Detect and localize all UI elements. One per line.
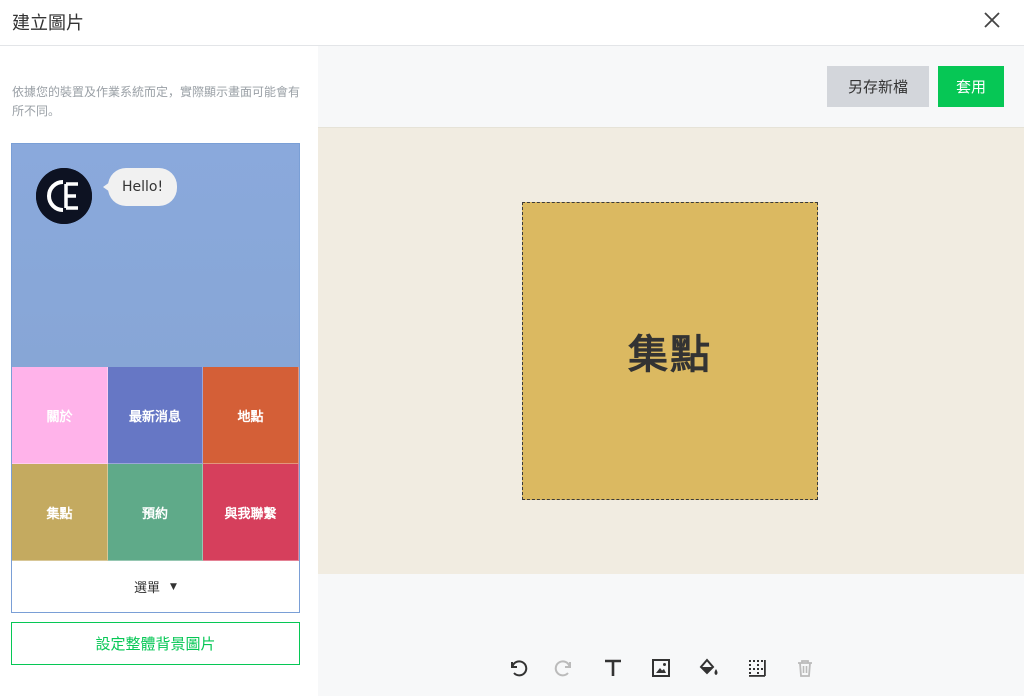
- rich-menu-cell-news[interactable]: 最新消息: [108, 367, 203, 464]
- selected-tile[interactable]: 集點: [522, 202, 818, 500]
- fill-color-icon[interactable]: [685, 648, 733, 688]
- editor-topbar: 另存新檔 套用: [318, 46, 1024, 128]
- set-background-button[interactable]: 設定整體背景圖片: [11, 622, 300, 665]
- editor-panel: 另存新檔 套用 集點: [318, 46, 1024, 696]
- rich-menu-grid: 關於 最新消息 地點 集點 預約 與我聯繫: [12, 367, 299, 561]
- rich-menu-cell-contact[interactable]: 與我聯繫: [203, 464, 299, 561]
- apply-button[interactable]: 套用: [938, 66, 1004, 107]
- menu-label: 選單: [134, 581, 161, 596]
- phone-preview: Hello! 關於 最新消息 地點 集點 預約 與我聯繫 選單 ▼: [11, 143, 300, 613]
- menu-bar[interactable]: 選單 ▼: [12, 561, 299, 612]
- rich-menu-cell-booking[interactable]: 預約: [108, 464, 203, 561]
- close-icon[interactable]: [980, 8, 1004, 32]
- undo-icon[interactable]: [493, 648, 541, 688]
- rich-menu-cell-about[interactable]: 關於: [12, 367, 108, 464]
- image-icon[interactable]: [637, 648, 685, 688]
- editor-toolbar: [493, 648, 843, 688]
- caret-down-icon: ▼: [170, 581, 177, 592]
- border-icon[interactable]: [733, 648, 781, 688]
- redo-icon[interactable]: [541, 648, 589, 688]
- rich-menu-cell-points[interactable]: 集點: [12, 464, 108, 561]
- chat-bubble: Hello!: [102, 168, 178, 206]
- preview-panel: 依據您的裝置及作業系統而定，實際顯示畫面可能會有所不同。 Hello! 關於 最…: [0, 46, 318, 696]
- tile-text[interactable]: 集點: [628, 322, 712, 380]
- save-as-button[interactable]: 另存新檔: [827, 66, 929, 107]
- avatar: [36, 168, 92, 224]
- text-icon[interactable]: [589, 648, 637, 688]
- delete-icon[interactable]: [781, 648, 829, 688]
- rich-menu-cell-location[interactable]: 地點: [203, 367, 299, 464]
- editor-canvas: 集點: [318, 128, 1024, 574]
- dialog-header: 建立圖片: [0, 0, 1024, 46]
- preview-notice: 依據您的裝置及作業系統而定，實際顯示畫面可能會有所不同。: [12, 85, 301, 118]
- dialog-title: 建立圖片: [12, 13, 84, 34]
- chat-background: Hello!: [12, 144, 299, 367]
